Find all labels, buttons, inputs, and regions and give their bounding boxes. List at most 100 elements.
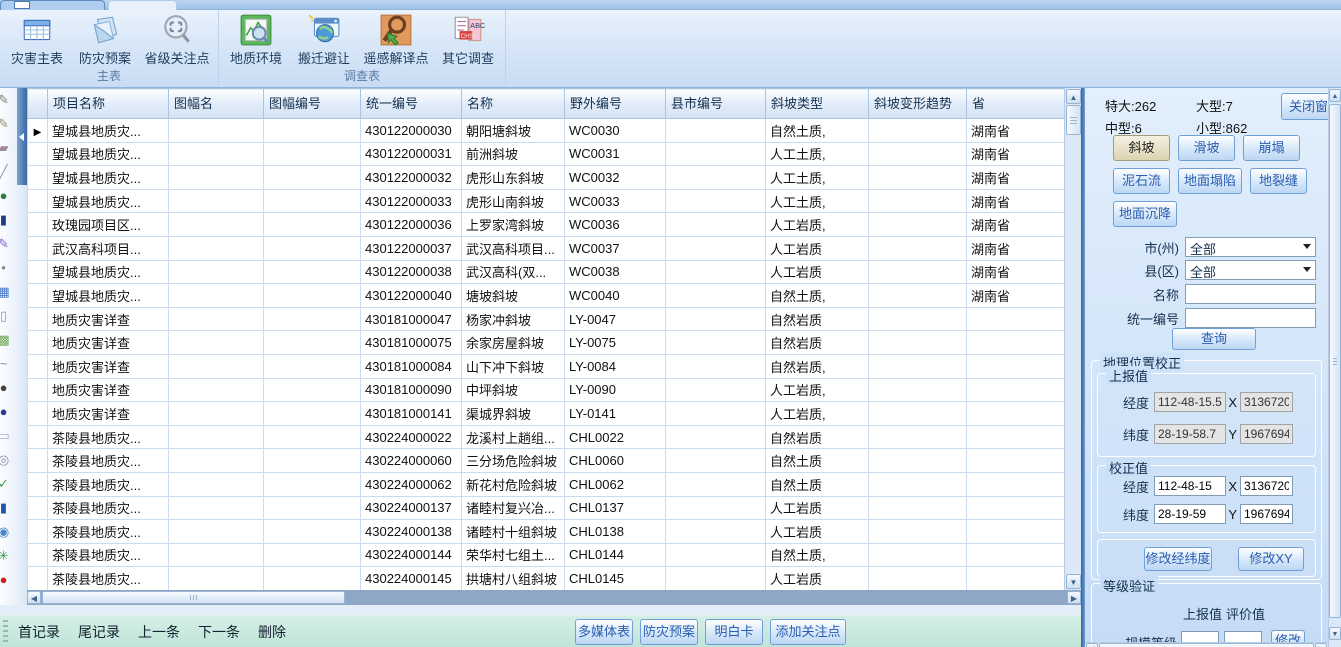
table-cell[interactable]	[967, 354, 1065, 378]
table-cell[interactable]	[666, 425, 766, 449]
nav-link-删除[interactable]: 删除	[258, 622, 286, 642]
table-cell[interactable]: 地质灾害详查	[48, 402, 169, 426]
table-cell[interactable]: 湖南省	[967, 284, 1065, 308]
table-cell[interactable]: CHL0145	[565, 567, 666, 591]
table-cell[interactable]: WC0038	[565, 260, 666, 284]
table-cell[interactable]	[169, 378, 264, 402]
action-button-添加关注点[interactable]: 添加关注点	[770, 619, 846, 645]
table-cell[interactable]: LY-0141	[565, 402, 666, 426]
table-cell[interactable]: 茶陵县地质灾...	[48, 520, 169, 544]
table-cell[interactable]: 茶陵县地质灾...	[48, 472, 169, 496]
nav-link-下一条[interactable]: 下一条	[198, 622, 240, 642]
table-cell[interactable]: LY-0075	[565, 331, 666, 355]
table-cell[interactable]: 地质灾害详查	[48, 307, 169, 331]
table-horizontal-scrollbar[interactable]: ◀ ▶	[27, 590, 1081, 605]
table-cell[interactable]: WC0037	[565, 236, 666, 260]
table-cell[interactable]: 荣华村七组土...	[462, 543, 565, 567]
table-cell[interactable]: 虎形山东斜坡	[462, 166, 565, 190]
table-cell[interactable]	[169, 472, 264, 496]
page-icon[interactable]: ▯	[0, 304, 12, 328]
table-cell[interactable]	[967, 402, 1065, 426]
table-cell[interactable]: 人工岩质,	[766, 213, 869, 237]
table-cell[interactable]: 望城县地质灾...	[48, 189, 169, 213]
table-cell[interactable]	[169, 213, 264, 237]
category-button-崩塌[interactable]: 崩塌	[1243, 135, 1300, 161]
table-cell[interactable]: 430122000030	[361, 119, 462, 143]
table-cell[interactable]	[264, 213, 361, 237]
table-row[interactable]: 地质灾害详查430181000075余家房屋斜坡LY-0075自然岩质	[28, 331, 1065, 355]
column-header-field-no[interactable]: 野外编号	[565, 89, 666, 119]
table-row[interactable]: 茶陵县地质灾...430224000145拱塘村八组斜坡CHL0145人工岩质	[28, 567, 1065, 591]
table-row[interactable]: 茶陵县地质灾...430224000022龙溪村上趟组...CHL0022自然岩…	[28, 425, 1065, 449]
table-cell[interactable]: 人工土质,	[766, 166, 869, 190]
panel-collapse-splitter[interactable]	[17, 88, 27, 185]
ribbon-button-remote-sensing-points[interactable]: 遥感解译点	[361, 12, 431, 70]
table-cell[interactable]: LY-0084	[565, 354, 666, 378]
table-row[interactable]: 茶陵县地质灾...430224000137诸睦村复兴冶...CHL0137人工岩…	[28, 496, 1065, 520]
table-cell[interactable]	[169, 402, 264, 426]
table-cell[interactable]	[869, 284, 967, 308]
table-cell[interactable]: WC0032	[565, 166, 666, 190]
panel-horizontal-scrollbar[interactable]: ◀ ▶	[1085, 642, 1328, 647]
ribbon-tab-active[interactable]	[108, 0, 177, 10]
table-cell[interactable]: 山下冲下斜坡	[462, 354, 565, 378]
table-cell[interactable]: CHL0022	[565, 425, 666, 449]
table-cell[interactable]	[264, 189, 361, 213]
table-cell[interactable]: 诸睦村十组斜坡	[462, 520, 565, 544]
table-cell[interactable]	[169, 543, 264, 567]
table-cell[interactable]	[869, 402, 967, 426]
table-row[interactable]: 地质灾害详查430181000084山下冲下斜坡LY-0084自然岩质,	[28, 354, 1065, 378]
table-cell[interactable]: 自然土质	[766, 449, 869, 473]
corrected-y-input[interactable]	[1240, 504, 1293, 524]
table-cell[interactable]	[967, 307, 1065, 331]
category-button-斜坡[interactable]: 斜坡	[1113, 135, 1170, 161]
table-cell[interactable]: WC0036	[565, 213, 666, 237]
row-header[interactable]	[28, 472, 48, 496]
table-vertical-scrollbar[interactable]: ▲ ▼	[1064, 88, 1081, 590]
table-cell[interactable]	[666, 166, 766, 190]
table-cell[interactable]: 430122000033	[361, 189, 462, 213]
scroll-right-icon[interactable]: ▶	[1315, 643, 1327, 647]
table-cell[interactable]	[869, 307, 967, 331]
table-cell[interactable]	[869, 260, 967, 284]
table-cell[interactable]	[869, 543, 967, 567]
row-header[interactable]	[28, 142, 48, 166]
table-cell[interactable]: 三分场危险斜坡	[462, 449, 565, 473]
table-cell[interactable]	[169, 284, 264, 308]
table-cell[interactable]	[666, 142, 766, 166]
table-cell[interactable]	[967, 496, 1065, 520]
table-cell[interactable]	[666, 354, 766, 378]
table-cell[interactable]: 龙溪村上趟组...	[462, 425, 565, 449]
table-cell[interactable]: 虎形山南斜坡	[462, 189, 565, 213]
scroll-down-icon[interactable]: ▼	[1066, 574, 1081, 589]
table-row[interactable]: 地质灾害详查430181000047杨家冲斜坡LY-0047自然岩质	[28, 307, 1065, 331]
table-cell[interactable]: 430181000090	[361, 378, 462, 402]
query-button[interactable]: 查询	[1172, 328, 1256, 350]
map-grid-icon[interactable]: ▩	[0, 328, 12, 352]
table-cell[interactable]: 湖南省	[967, 236, 1065, 260]
table-cell[interactable]	[967, 331, 1065, 355]
corrected-longitude-input[interactable]	[1154, 476, 1226, 496]
pen-icon[interactable]: ✎	[0, 112, 12, 136]
table-cell[interactable]: 人工岩质,	[766, 378, 869, 402]
flag-icon[interactable]: ▮	[0, 208, 12, 232]
table-cell[interactable]: 武汉高科项目...	[48, 236, 169, 260]
table-cell[interactable]	[869, 449, 967, 473]
table-cell[interactable]: 湖南省	[967, 166, 1065, 190]
table-cell[interactable]: 430224000145	[361, 567, 462, 591]
table-cell[interactable]	[869, 213, 967, 237]
table-cell[interactable]: WC0031	[565, 142, 666, 166]
table-cell[interactable]	[169, 166, 264, 190]
table-cell[interactable]	[967, 567, 1065, 591]
table-cell[interactable]	[264, 567, 361, 591]
line-tool-icon[interactable]: ╱	[0, 160, 12, 184]
table-cell[interactable]	[169, 236, 264, 260]
table-cell[interactable]: 茶陵县地质灾...	[48, 567, 169, 591]
column-header-province[interactable]: 省	[967, 89, 1065, 119]
table-cell[interactable]: 人工土质,	[766, 142, 869, 166]
row-header[interactable]	[28, 496, 48, 520]
table-cell[interactable]: 430224000062	[361, 472, 462, 496]
cd-icon[interactable]: ◎	[0, 448, 12, 472]
ribbon-button-other-surveys[interactable]: ABCCHS 其它调查	[437, 12, 499, 70]
action-button-明白卡[interactable]: 明白卡	[705, 619, 763, 645]
